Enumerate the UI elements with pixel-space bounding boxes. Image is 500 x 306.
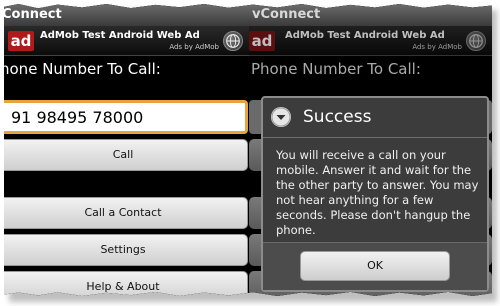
phone-number-label: hone Number To Call: — [4, 60, 161, 78]
app-title: vConnect — [252, 7, 321, 22]
title-bar: vConnect — [249, 4, 492, 26]
ad-logo: ad — [249, 31, 275, 51]
chevron-down-icon — [271, 107, 291, 127]
ad-title: AdMob Test Android Web Ad — [285, 30, 445, 41]
ad-subtitle: Ads by AdMob — [169, 43, 219, 51]
settings-button[interactable]: Settings — [4, 234, 248, 266]
phone-number-label: Phone Number To Call: — [251, 60, 421, 78]
call-button[interactable]: Call — [4, 139, 248, 171]
ad-title: AdMob Test Android Web Ad — [40, 30, 200, 41]
ad-banner: ad AdMob Test Android Web Ad Ads by AdMo… — [249, 26, 492, 56]
ad-logo: ad — [8, 31, 34, 51]
help-about-button[interactable]: Help & About — [4, 271, 248, 296]
success-dialog: Success You will receive a call on your … — [261, 96, 489, 292]
globe-icon — [466, 31, 486, 51]
dialog-header: Success — [263, 98, 487, 138]
app-title: Connect — [4, 7, 62, 22]
screenshot-frame: Connect ad AdMob Test Android Web Ad Ads… — [4, 4, 492, 296]
call-contact-button[interactable]: Call a Contact — [4, 197, 248, 229]
right-screen: vConnect ad AdMob Test Android Web Ad Ad… — [249, 4, 492, 296]
ad-subtitle: Ads by AdMob — [412, 43, 462, 51]
left-screen: Connect ad AdMob Test Android Web Ad Ads… — [4, 4, 249, 296]
dialog-message: You will receive a call on your mobile. … — [276, 148, 479, 237]
dialog-title: Success — [303, 107, 372, 127]
ad-banner[interactable]: ad AdMob Test Android Web Ad Ads by AdMo… — [4, 26, 249, 56]
globe-icon[interactable] — [223, 31, 243, 51]
dialog-footer: OK — [263, 242, 487, 290]
ok-button[interactable]: OK — [300, 251, 450, 281]
phone-number-input[interactable]: 91 98495 78000 — [4, 100, 248, 134]
title-bar: Connect — [4, 4, 249, 26]
